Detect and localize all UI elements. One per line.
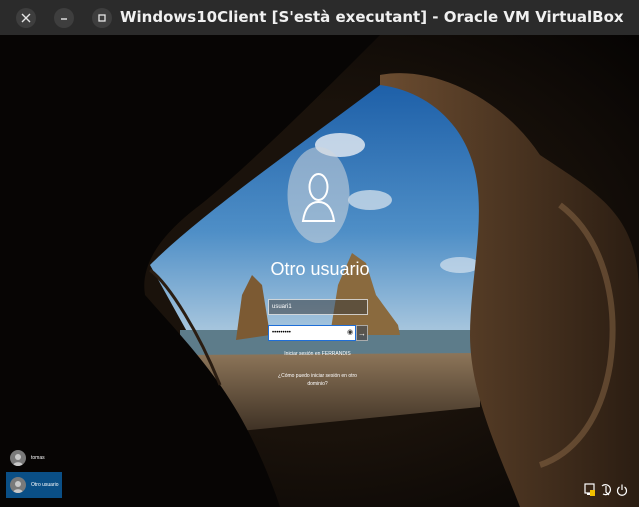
password-field[interactable]: •••••••••	[268, 325, 356, 341]
minimize-icon	[61, 18, 67, 20]
login-heading: Otro usuario	[270, 259, 370, 279]
user-avatar-icon	[10, 450, 26, 466]
eye-icon[interactable]: ◉	[345, 327, 355, 339]
close-icon	[21, 13, 31, 23]
close-window-button[interactable]	[16, 8, 36, 28]
user-list-item-tomas[interactable]: tomas	[6, 445, 62, 471]
network-icon[interactable]	[584, 483, 596, 497]
power-icon[interactable]	[616, 483, 628, 497]
user-silhouette-icon	[287, 147, 350, 243]
maximize-window-button[interactable]	[92, 8, 112, 28]
ease-of-access-icon[interactable]	[600, 483, 612, 497]
user-name: Otro usuario	[31, 482, 59, 488]
user-list-item-otro-usuario[interactable]: Otro usuario	[6, 472, 62, 498]
user-name: tomas	[31, 455, 45, 461]
maximize-icon	[98, 14, 106, 22]
minimize-window-button[interactable]	[54, 8, 74, 28]
other-domain-help-link[interactable]: ¿Cómo puedo iniciar sesión en otro domin…	[270, 372, 365, 388]
user-avatar-icon	[10, 477, 26, 493]
user-avatar	[287, 147, 350, 243]
window-titlebar: Windows10Client [S'està executant] - Ora…	[0, 0, 639, 35]
arrow-right-icon[interactable]: →	[356, 325, 368, 341]
window-title: Windows10Client [S'està executant] - Ora…	[120, 8, 624, 26]
vm-screen[interactable]: Otro usuario usuari1 ••••••••• ◉ → Inici…	[0, 35, 639, 507]
username-field[interactable]: usuari1	[268, 299, 368, 315]
signin-domain-text: Iniciar sesión en FERRANDIS	[284, 351, 351, 357]
